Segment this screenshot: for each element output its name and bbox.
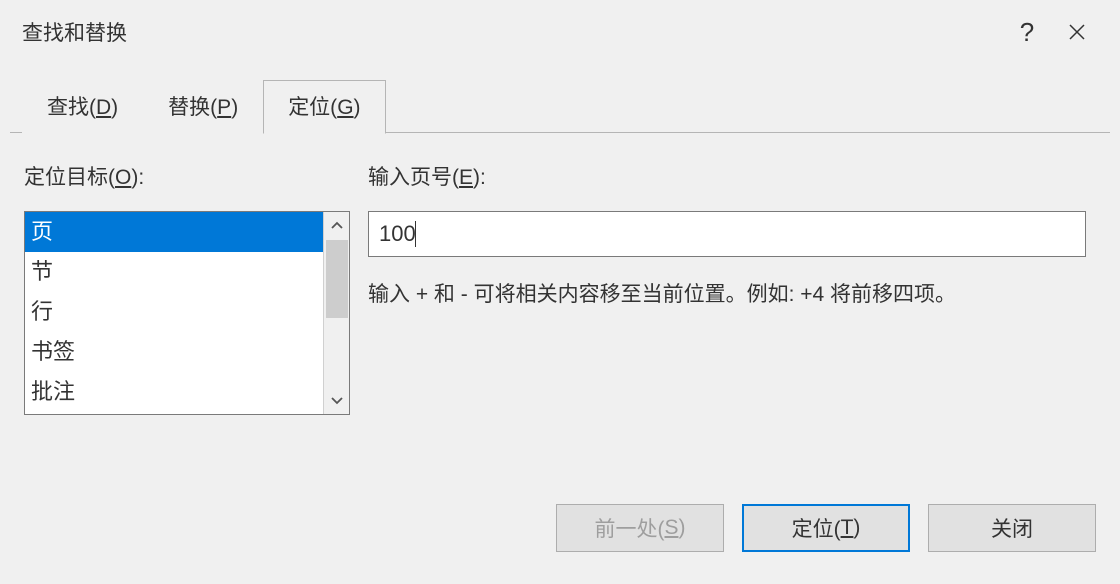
dialog-title: 查找和替换 xyxy=(18,17,1002,47)
chevron-down-icon xyxy=(330,395,344,405)
page-number-label: 输入页号(E): xyxy=(368,161,1096,191)
dialog-buttons: 前一处(S) 定位(T) 关闭 xyxy=(556,504,1096,552)
goto-target-label: 定位目标(O): xyxy=(24,161,350,191)
list-items-container: 页 节 行 书签 批注 脚注 xyxy=(25,212,323,414)
scroll-thumb[interactable] xyxy=(326,240,348,318)
tab-find[interactable]: 查找(D) xyxy=(22,80,143,133)
previous-button: 前一处(S) xyxy=(556,504,724,552)
tab-goto[interactable]: 定位(G) xyxy=(263,80,385,134)
list-item-line[interactable]: 行 xyxy=(25,292,323,332)
close-window-button[interactable] xyxy=(1052,12,1102,52)
tab-content-goto: 定位目标(O): 页 节 行 书签 批注 脚注 xyxy=(10,133,1110,415)
find-replace-dialog: 查找和替换 ? 查找(D) 替换(P) 定位(G) 定位目标(O): 页 节 行 xyxy=(10,8,1110,568)
close-button[interactable]: 关闭 xyxy=(928,504,1096,552)
close-icon xyxy=(1067,22,1087,42)
chevron-up-icon xyxy=(330,221,344,231)
help-button[interactable]: ? xyxy=(1002,12,1052,52)
scroll-down-button[interactable] xyxy=(324,386,349,414)
titlebar: 查找和替换 ? xyxy=(10,8,1110,56)
goto-hint-text: 输入 + 和 - 可将相关内容移至当前位置。例如: +4 将前移四项。 xyxy=(368,279,1096,311)
scroll-up-button[interactable] xyxy=(324,212,349,240)
goto-button[interactable]: 定位(T) xyxy=(742,504,910,552)
goto-target-listbox[interactable]: 页 节 行 书签 批注 脚注 xyxy=(24,211,350,415)
scroll-track[interactable] xyxy=(324,240,349,386)
page-number-input[interactable]: 100 xyxy=(368,211,1086,257)
list-item-page[interactable]: 页 xyxy=(25,212,323,252)
listbox-scrollbar[interactable] xyxy=(323,212,349,414)
list-item-footnote[interactable]: 脚注 xyxy=(25,411,323,414)
list-item-comment[interactable]: 批注 xyxy=(25,372,323,412)
tab-replace[interactable]: 替换(P) xyxy=(143,80,263,133)
list-item-section[interactable]: 节 xyxy=(25,252,323,292)
list-item-bookmark[interactable]: 书签 xyxy=(25,332,323,372)
tab-bar: 查找(D) 替换(P) 定位(G) xyxy=(10,80,1110,133)
